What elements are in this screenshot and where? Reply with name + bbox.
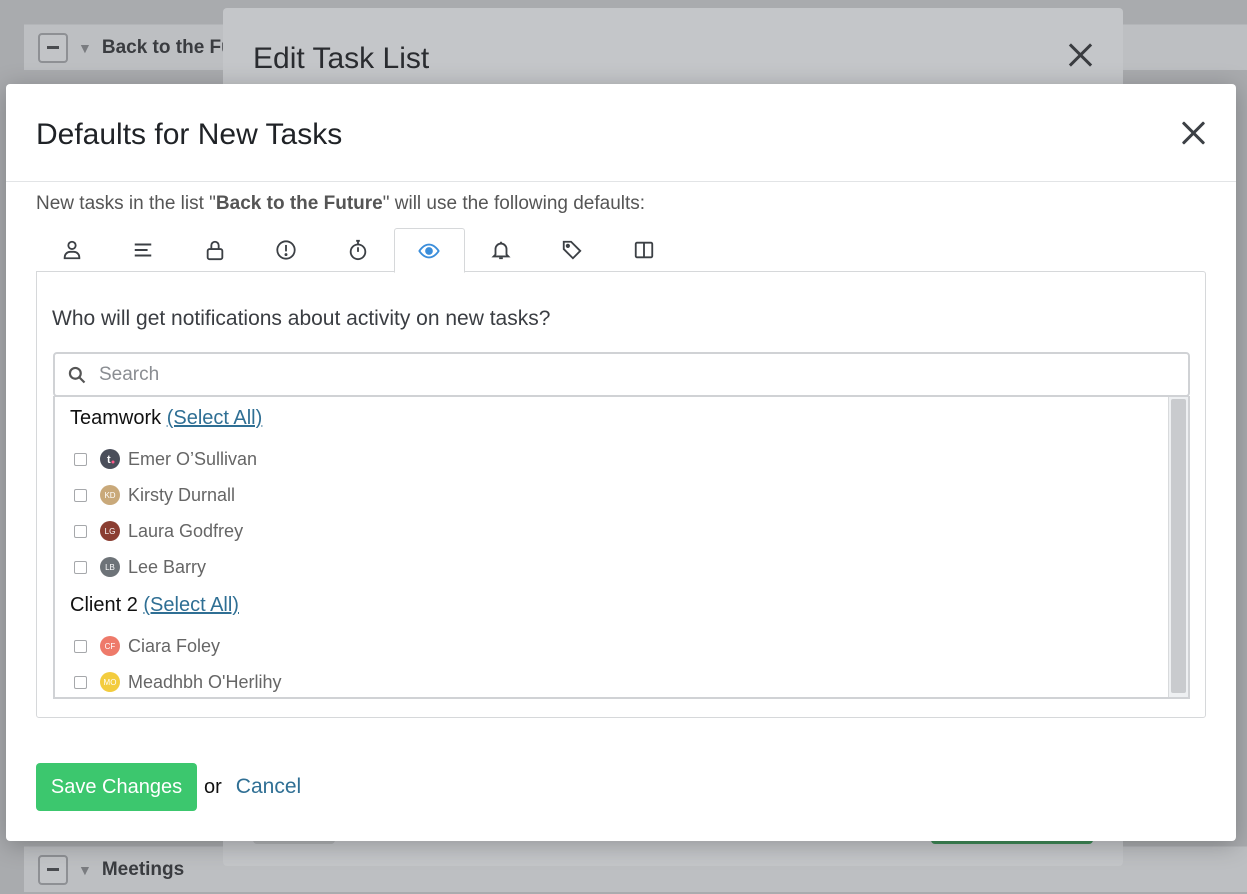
avatar: KD — [100, 485, 120, 505]
defaults-tabs — [36, 228, 680, 273]
tab-time[interactable] — [322, 228, 394, 272]
person-checkbox[interactable] — [74, 675, 87, 689]
person-name: Meadhbh O'Herlihy — [128, 671, 282, 692]
tab-reminders[interactable] — [465, 228, 537, 272]
tab-assignee[interactable] — [36, 228, 108, 272]
person-name: Kirsty Durnall — [128, 484, 236, 505]
avatar: CF — [100, 636, 120, 656]
list-item: CF Ciara Foley — [74, 634, 220, 658]
tab-priority[interactable] — [251, 228, 323, 272]
scrollbar-thumb[interactable] — [1171, 399, 1186, 693]
person-checkbox[interactable] — [74, 560, 87, 574]
save-changes-button[interactable]: Save Changes — [36, 763, 197, 811]
person-name: Laura Godfrey — [128, 520, 244, 541]
search-box — [53, 352, 1190, 397]
avatar: MO — [100, 672, 120, 692]
bell-icon — [491, 241, 511, 260]
tab-followers[interactable] — [393, 228, 465, 273]
bg-row-title: Meetings — [101, 858, 185, 880]
intro-text: New tasks in the list "Back to the Futur… — [36, 193, 645, 215]
panel-question: Who will get notifications about activit… — [52, 307, 551, 330]
list-item: KD Kirsty Durnall — [74, 483, 235, 507]
bg-modal-title: Edit Task List — [253, 42, 430, 75]
tab-description[interactable] — [108, 228, 180, 272]
description-icon — [135, 243, 152, 257]
svg-text:t: t — [107, 454, 111, 465]
person-checkbox[interactable] — [74, 452, 87, 466]
list-item: t Emer O’Sullivan — [74, 447, 257, 471]
tab-board-column[interactable] — [608, 228, 680, 272]
columns-icon — [634, 241, 653, 259]
list-item: LB Lee Barry — [74, 555, 206, 579]
list-name: Back to the Future — [215, 193, 383, 214]
avatar: LB — [100, 557, 120, 577]
priority-icon — [276, 240, 296, 260]
collapse-icon — [38, 854, 68, 885]
group-name: Teamwork — [70, 407, 162, 429]
close-icon[interactable] — [1180, 120, 1206, 146]
person-checkbox[interactable] — [74, 488, 87, 502]
search-icon — [68, 366, 86, 383]
select-all-link[interactable]: (Select All) — [167, 407, 263, 429]
group-header: Teamwork (Select All) — [70, 407, 262, 430]
tab-privacy[interactable] — [179, 228, 251, 272]
intro-suffix: " will use the following defaults: — [382, 193, 646, 214]
modal-title: Defaults for New Tasks — [36, 118, 343, 151]
person-name: Lee Barry — [128, 556, 207, 577]
person-checkbox[interactable] — [74, 524, 87, 538]
person-icon — [63, 240, 80, 260]
modal-footer: Save Changes or Cancel — [36, 763, 301, 811]
list-item: LG Laura Godfrey — [74, 519, 243, 543]
group-header: Client 2 (Select All) — [70, 594, 239, 617]
group-name: Client 2 — [70, 594, 138, 616]
person-name: Ciara Foley — [128, 635, 221, 656]
followers-panel: Who will get notifications about activit… — [36, 271, 1206, 718]
intro-prefix: New tasks in the list " — [36, 193, 216, 214]
search-input[interactable] — [99, 363, 1149, 386]
tab-tags[interactable] — [537, 228, 609, 272]
avatar: t — [100, 449, 120, 469]
eye-icon — [418, 243, 440, 258]
cancel-link[interactable]: Cancel — [236, 775, 301, 799]
or-text: or — [204, 775, 222, 798]
collapse-icon — [38, 32, 68, 63]
list-item: MO Meadhbh O'Herlihy — [74, 670, 282, 694]
chevron-down-icon: ▼ — [78, 861, 92, 878]
chevron-down-icon: ▼ — [78, 39, 92, 56]
people-list[interactable]: Teamwork (Select All) t Emer O’Sullivan … — [53, 396, 1190, 699]
select-all-link[interactable]: (Select All) — [143, 594, 239, 616]
scrollbar[interactable] — [1168, 397, 1188, 697]
defaults-modal: Defaults for New Tasks New tasks in the … — [6, 84, 1236, 841]
person-name: Emer O’Sullivan — [128, 448, 258, 469]
timer-icon — [349, 239, 366, 261]
tag-icon — [563, 240, 582, 260]
person-checkbox[interactable] — [74, 639, 87, 653]
lock-icon — [206, 240, 223, 261]
close-icon — [1065, 40, 1095, 70]
modal-header: Defaults for New Tasks — [6, 84, 1236, 182]
avatar: LG — [100, 521, 120, 541]
teamwork-logo-icon: t — [107, 454, 115, 465]
